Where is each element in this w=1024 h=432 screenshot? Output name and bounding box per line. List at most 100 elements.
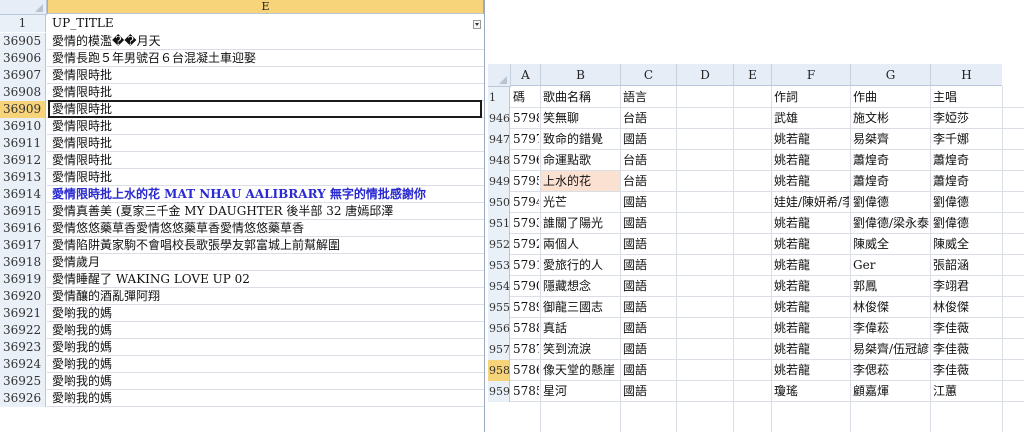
cell-H[interactable]: 李翊君	[933, 276, 1001, 297]
header-title-cell[interactable]: UP_TITLE	[52, 15, 472, 32]
cell-C[interactable]: 國語	[623, 381, 675, 402]
title-cell[interactable]: 愛情限時批	[52, 135, 480, 152]
row-header[interactable]: 956	[488, 318, 510, 339]
row-header[interactable]: 36925	[0, 373, 46, 390]
cell-C[interactable]: 國語	[623, 255, 675, 276]
row-header[interactable]: 36919	[0, 271, 46, 288]
cell-H[interactable]: 劉偉德	[933, 213, 1001, 234]
cell-G[interactable]: 陳威全	[853, 234, 929, 255]
row-header[interactable]: 958	[488, 360, 510, 381]
row-header[interactable]: 36917	[0, 237, 46, 254]
title-cell[interactable]: 愛情長跑５年男號召６台混凝土車迎娶	[52, 50, 480, 67]
cell-H[interactable]: 江蕙	[933, 381, 1001, 402]
cell-B[interactable]: 真話	[543, 318, 619, 339]
cell-G[interactable]: 李偲菘	[853, 360, 929, 381]
row-header[interactable]: 36905	[0, 33, 46, 50]
row-header[interactable]: 36909	[0, 101, 46, 118]
cell-C[interactable]: 國語	[623, 276, 675, 297]
cell-A[interactable]: 5797	[513, 129, 539, 150]
row-header[interactable]: 36918	[0, 254, 46, 271]
cell-F[interactable]: 姚若龍	[774, 360, 849, 381]
column-header-G[interactable]: G	[850, 64, 930, 86]
row-header[interactable]: 947	[488, 129, 510, 150]
header-cell-G[interactable]: 作曲	[853, 87, 929, 108]
row-header[interactable]: 36914	[0, 186, 46, 203]
cell-H[interactable]: 李婭莎	[933, 108, 1001, 129]
cell-F[interactable]: 瓊瑤	[774, 381, 849, 402]
row-header[interactable]: 955	[488, 297, 510, 318]
title-cell[interactable]: 愛情限時批	[52, 67, 480, 84]
cell-H[interactable]: 李千娜	[933, 129, 1001, 150]
cell-F[interactable]: 姚若龍	[774, 213, 849, 234]
cell-C[interactable]: 台語	[623, 150, 675, 171]
column-header-C[interactable]: C	[620, 64, 676, 86]
title-cell[interactable]: 愛情悠悠藥草香愛情悠悠藥草香愛情悠悠藥草香	[52, 220, 480, 237]
filter-dropdown-icon[interactable]	[473, 20, 481, 29]
column-header-E[interactable]: E	[47, 0, 484, 14]
header-cell-C[interactable]: 語言	[623, 87, 675, 108]
cell-F[interactable]: 姚若龍	[774, 129, 849, 150]
cell-A[interactable]: 5786	[513, 360, 539, 381]
title-cell[interactable]: 愛情陷阱黃家駒不會唱校長歌張學友郭富城上前幫解圍	[52, 237, 480, 254]
cell-F[interactable]: 姚若龍	[774, 234, 849, 255]
title-cell[interactable]: 愛情限時批	[52, 169, 480, 186]
cell-H[interactable]: 李佳薇	[933, 360, 1001, 381]
cell-B[interactable]: 兩個人	[543, 234, 619, 255]
cell-B[interactable]: 像天堂的懸崖	[543, 360, 619, 381]
cell-A[interactable]: 5788	[513, 318, 539, 339]
cell-A[interactable]: 5794	[513, 192, 539, 213]
cell-F[interactable]: 姚若龍	[774, 171, 849, 192]
cell-B[interactable]: 星河	[543, 381, 619, 402]
row-header[interactable]: 36923	[0, 339, 46, 356]
cell-B[interactable]: 光芒	[543, 192, 619, 213]
cell-G[interactable]: 劉偉德/梁永泰	[853, 213, 929, 234]
cell-G[interactable]: 顧嘉煇	[853, 381, 929, 402]
row-header[interactable]: 36916	[0, 220, 46, 237]
cell-G[interactable]: 施文彬	[853, 108, 929, 129]
cell-F[interactable]: 姚若龍	[774, 255, 849, 276]
row-header[interactable]: 36906	[0, 50, 46, 67]
cell-C[interactable]: 台語	[623, 171, 675, 192]
cell-G[interactable]: 李偉菘	[853, 318, 929, 339]
cell-B[interactable]: 致命的錯覺	[543, 129, 619, 150]
cell-B[interactable]: 隱藏想念	[543, 276, 619, 297]
cell-G[interactable]: 蕭煌奇	[853, 171, 929, 192]
row-header[interactable]: 36910	[0, 118, 46, 135]
row-header[interactable]: 36921	[0, 305, 46, 322]
cell-F[interactable]: 娃娃/陳妍希/李	[774, 192, 849, 213]
header-cell-F[interactable]: 作詞	[774, 87, 849, 108]
title-cell[interactable]: 愛喲我的媽	[52, 390, 480, 407]
row-header[interactable]: 36926	[0, 390, 46, 407]
cell-F[interactable]: 姚若龍	[774, 297, 849, 318]
row-header[interactable]: 36915	[0, 203, 46, 220]
column-header-F[interactable]: F	[771, 64, 850, 86]
row-header[interactable]: 959	[488, 381, 510, 402]
cell-C[interactable]: 台語	[623, 108, 675, 129]
cell-H[interactable]: 蕭煌奇	[933, 150, 1001, 171]
row-header[interactable]: 36912	[0, 152, 46, 169]
cell-A[interactable]: 5796	[513, 150, 539, 171]
title-cell[interactable]: 愛喲我的媽	[52, 339, 480, 356]
cell-G[interactable]: 易桀齊	[853, 129, 929, 150]
cell-F[interactable]: 武雄	[774, 108, 849, 129]
cell-B[interactable]: 誰關了陽光	[543, 213, 619, 234]
cell-C[interactable]: 國語	[623, 297, 675, 318]
cell-G[interactable]: 蕭煌奇	[853, 150, 929, 171]
cell-A[interactable]: 5790	[513, 276, 539, 297]
header-cell-B[interactable]: 歌曲名稱	[543, 87, 619, 108]
title-cell[interactable]: 愛喲我的媽	[52, 322, 480, 339]
row-header[interactable]: 950	[488, 192, 510, 213]
title-cell[interactable]: 愛喲我的媽	[52, 356, 480, 373]
row-header[interactable]: 36911	[0, 135, 46, 152]
cell-F[interactable]: 姚若龍	[774, 150, 849, 171]
cell-C[interactable]: 國語	[623, 339, 675, 360]
title-cell[interactable]: 愛情睡醒了 WAKING LOVE UP 02	[52, 271, 480, 288]
cell-C[interactable]: 國語	[623, 360, 675, 381]
title-cell[interactable]: 愛情釀的酒亂彈阿翔	[52, 288, 480, 305]
cell-C[interactable]: 國語	[623, 192, 675, 213]
cell-H[interactable]: 蕭煌奇	[933, 171, 1001, 192]
cell-F[interactable]: 姚若龍	[774, 276, 849, 297]
title-cell[interactable]: 愛情限時批	[52, 152, 480, 169]
cell-G[interactable]: 劉偉德	[853, 192, 929, 213]
cell-G[interactable]: Ger	[853, 255, 929, 276]
